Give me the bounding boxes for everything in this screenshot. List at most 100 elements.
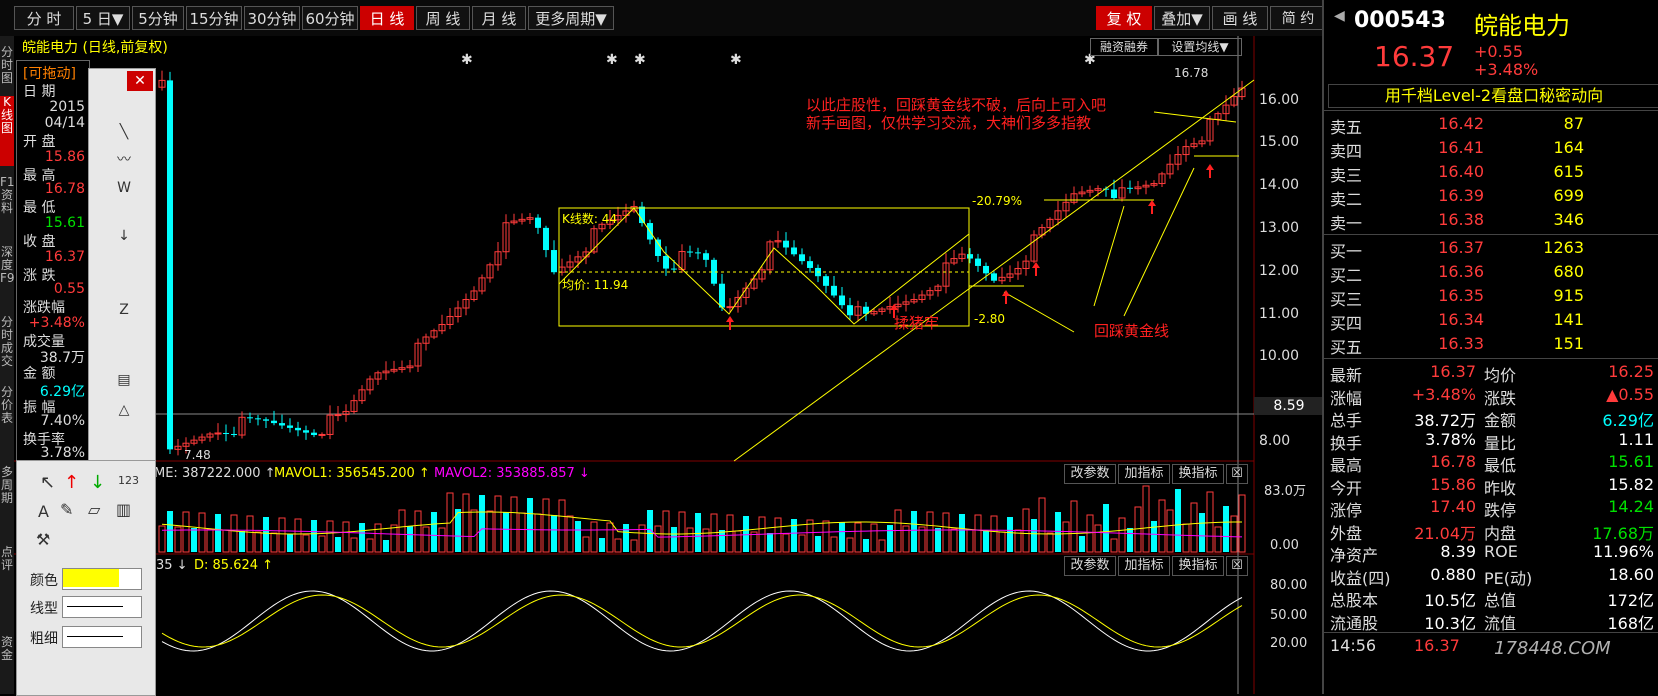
candle-body <box>535 217 541 228</box>
ruler-icon[interactable]: ✎ <box>60 500 73 519</box>
vol-close-icon[interactable]: ☒ <box>1226 464 1248 484</box>
nav-kline[interactable]: K线图 <box>0 96 14 166</box>
candle-body <box>687 251 693 253</box>
down-arrow-icon[interactable]: ↓ <box>90 472 105 493</box>
close-icon[interactable]: ✕ <box>127 71 153 91</box>
line-tool-icon[interactable]: ╲ <box>113 121 135 143</box>
tab-timeshare[interactable]: 分 时 <box>14 6 74 30</box>
vol-add-indicator-button[interactable]: 加指标 <box>1118 464 1170 484</box>
number-tool-icon[interactable]: 123 <box>118 474 139 487</box>
candle-body <box>695 252 701 254</box>
vol-change-params-button[interactable]: 改参数 <box>1064 464 1116 484</box>
vol-switch-indicator-button[interactable]: 换指标 <box>1172 464 1224 484</box>
draw-line-button[interactable]: 画 线 <box>1212 6 1268 30</box>
settings-icon[interactable]: ⚒ <box>36 530 50 549</box>
tab-monthly[interactable]: 月 线 <box>472 6 526 30</box>
tab-5day[interactable]: 5 日▼ <box>76 6 130 30</box>
kdj-axis-50: 50.00 <box>1270 608 1308 623</box>
stat-value: 8.39 <box>1440 542 1476 561</box>
volume-bar <box>582 536 590 553</box>
volume-bar <box>935 528 941 552</box>
nav-comment[interactable]: 点评 <box>0 546 14 586</box>
bid-label: 买二 <box>1330 266 1363 285</box>
vol-axis-bottom: 0.00 <box>1270 538 1299 553</box>
volume-bar <box>918 526 926 553</box>
nav-funds[interactable]: 资金 <box>0 636 14 676</box>
tab-60min[interactable]: 60分钟 <box>302 6 358 30</box>
triangle-tool-icon[interactable]: △ <box>113 399 135 421</box>
polyline-tool-icon[interactable]: 〰 <box>113 149 135 171</box>
kdj-add-indicator-button[interactable]: 加指标 <box>1118 556 1170 576</box>
up-arrow-icon[interactable]: ↑ <box>64 472 79 493</box>
popup-title[interactable]: [可拖动] <box>23 63 76 83</box>
candle-body <box>318 433 326 436</box>
eraser-icon[interactable]: ▱ <box>88 500 100 519</box>
adjust-button[interactable]: 复 权 <box>1096 6 1152 30</box>
stat-value: 11.96% <box>1592 542 1654 561</box>
volume-bar <box>342 521 350 553</box>
bar-info-popup[interactable]: [可拖动] 日 期 2015 04/14 开 盘 15.86 最 高 16.78… <box>16 60 90 462</box>
tab-more-periods[interactable]: 更多周期▼ <box>528 6 614 30</box>
nav-price-table[interactable]: 分价表 <box>0 386 14 442</box>
volume-bar <box>614 538 622 553</box>
nav-depth[interactable]: 深度F9 <box>0 246 15 302</box>
margin-trading-button[interactable]: 融资融券 <box>1090 38 1158 56</box>
stat-label: 流通股 <box>1330 613 1379 633</box>
volume-bar <box>966 529 974 553</box>
volume-bar <box>863 539 869 552</box>
low-label: 7.48 <box>184 448 211 462</box>
kline-chart[interactable]: ✱ ✱ ✱ ✱ ✱ <box>14 36 1329 694</box>
stat-label: 换手 <box>1330 433 1363 453</box>
candle-body <box>839 295 845 306</box>
volume-bar <box>630 539 638 553</box>
percent-up-label: -20.79% <box>972 194 1023 208</box>
nav-trades[interactable]: 分时成交 <box>0 316 14 372</box>
overlay-button[interactable]: 叠加▼ <box>1154 6 1210 30</box>
nav-multi-period[interactable]: 多周期 <box>0 466 14 522</box>
pointer-icon[interactable]: ↖ <box>40 472 55 493</box>
wave-tool-icon[interactable]: W <box>113 177 135 199</box>
tab-5min[interactable]: 5分钟 <box>132 6 184 30</box>
tab-15min[interactable]: 15分钟 <box>186 6 242 30</box>
collapse-icon[interactable]: ◀ <box>1334 8 1345 24</box>
kdj-change-params-button[interactable]: 改参数 <box>1064 556 1116 576</box>
fan-tool-icon[interactable]: ▤ <box>113 369 135 391</box>
info-open-label: 开 盘 <box>23 134 56 150</box>
kdj-switch-indicator-button[interactable]: 换指标 <box>1172 556 1224 576</box>
volume-bar <box>686 527 694 553</box>
kdj-close-icon[interactable]: ☒ <box>1226 556 1248 576</box>
text-tool-icon[interactable]: A <box>38 502 49 521</box>
info-change-label: 涨 跌 <box>23 268 56 284</box>
stat-label: 昨收 <box>1484 478 1517 498</box>
volume-bar <box>671 527 677 552</box>
color-select[interactable] <box>62 568 142 590</box>
candle-body <box>263 419 269 421</box>
simple-button[interactable]: 简 约 <box>1270 6 1326 30</box>
volume-bar <box>390 524 398 553</box>
volume-bar <box>167 511 173 552</box>
tab-daily[interactable]: 日 线 <box>360 6 414 30</box>
range-box <box>558 207 970 327</box>
info-date-year: 2015 <box>49 99 85 115</box>
pointer-line <box>1093 205 1125 307</box>
tab-weekly[interactable]: 周 线 <box>416 6 470 30</box>
set-ma-button[interactable]: 设置均线▼ <box>1158 38 1242 56</box>
info-pct-label: 涨跌幅 <box>23 300 65 316</box>
nav-f10[interactable]: F10资料 <box>0 176 22 232</box>
volume-bar <box>374 523 382 553</box>
line-width-select[interactable] <box>62 626 142 648</box>
z-tool-icon[interactable]: Z <box>113 299 135 321</box>
color-label: 颜色 <box>30 573 58 589</box>
stat-value: 15.82 <box>1608 474 1654 494</box>
arrow-down-tool-icon[interactable]: ↓ <box>113 225 135 247</box>
candle-body <box>255 418 261 420</box>
trash-icon[interactable]: ▥ <box>116 500 131 519</box>
nav-timeshare[interactable]: 分时图 <box>0 46 14 88</box>
volume-bar <box>702 528 710 553</box>
chart-area[interactable]: ✱ ✱ ✱ ✱ ✱ 皖能电力 (日线,前复权) 融资融券 设置均线▼ 16.00 15.… <box>14 36 1329 694</box>
tab-30min[interactable]: 30分钟 <box>244 6 300 30</box>
line-type-select[interactable] <box>62 596 142 618</box>
level2-banner[interactable]: 用千档Level-2看盘口秘密动向 <box>1328 84 1658 108</box>
candle-body <box>167 80 173 450</box>
volume-bar <box>542 498 550 553</box>
